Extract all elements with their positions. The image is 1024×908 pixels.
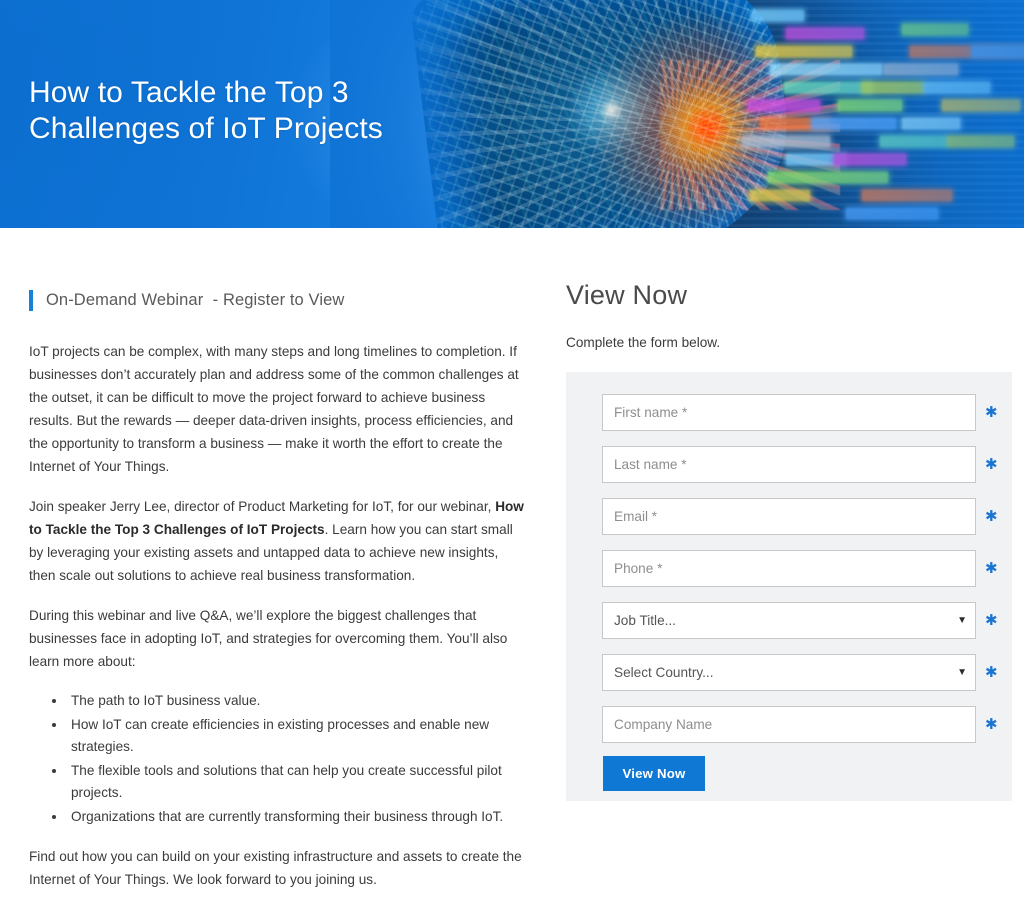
list-item: The path to IoT business value. (67, 690, 526, 713)
required-asterisk-icon: ✱ (985, 404, 998, 421)
list-item: Organizations that are currently transfo… (67, 806, 526, 829)
required-asterisk-icon: ✱ (985, 612, 998, 629)
form-field-row-job-title: Job Title... ▼ ✱ (602, 602, 1012, 639)
company-name-input[interactable] (602, 706, 976, 743)
form-field-row-phone: ✱ (602, 550, 1012, 587)
registration-form-panel: ✱ ✱ ✱ ✱ Job Title...▼ ✱ Select Country...▼ ✱ ✱ V… (566, 372, 1012, 801)
webinar-description-column: On-Demand Webinar - Register to View IoT… (29, 290, 526, 908)
learning-points-list: The path to IoT business value.How IoT c… (29, 690, 526, 828)
form-title: View Now (566, 280, 688, 310)
paragraph-2-text-before: Join speaker Jerry Lee, director of Prod… (29, 499, 496, 514)
eyebrow: On-Demand Webinar - Register to View (29, 290, 526, 311)
country-select[interactable]: Select Country... (602, 654, 976, 691)
description-paragraph-2: Join speaker Jerry Lee, director of Prod… (29, 495, 526, 587)
eyebrow-label: On-Demand Webinar - Register to View (46, 291, 345, 309)
first-name-input[interactable] (602, 394, 976, 431)
email-input[interactable] (602, 498, 976, 535)
required-asterisk-icon: ✱ (985, 456, 998, 473)
hero-banner: How to Tackle the Top 3 Challenges of Io… (0, 0, 1024, 228)
main-content: On-Demand Webinar - Register to View IoT… (0, 228, 1024, 887)
required-asterisk-icon: ✱ (985, 716, 998, 733)
form-field-row-company-name: ✱ (602, 706, 1012, 743)
phone-input[interactable] (602, 550, 976, 587)
form-field-row-first-name: ✱ (602, 394, 1012, 431)
required-asterisk-icon: ✱ (985, 508, 998, 525)
form-field-row-country: Select Country... ▼ ✱ (602, 654, 1012, 691)
required-asterisk-icon: ✱ (985, 560, 998, 577)
accent-bar-icon (29, 290, 33, 311)
list-item: The flexible tools and solutions that ca… (67, 760, 526, 805)
description-paragraph-1: IoT projects can be complex, with many s… (29, 344, 519, 474)
form-subtitle: Complete the form below. (566, 335, 721, 350)
required-asterisk-icon: ✱ (985, 664, 998, 681)
last-name-input[interactable] (602, 446, 976, 483)
registration-column: View Now Complete the form below. ✱✱✱✱Jo… (566, 228, 1024, 801)
job-title-select[interactable]: Job Title... (602, 602, 976, 639)
select-wrapper-country: Select Country... ▼ (602, 654, 976, 691)
description-paragraph-4: Find out how you can build on your exist… (29, 849, 522, 887)
form-field-row-last-name: ✱ (602, 446, 1012, 483)
list-item: How IoT can create efficiencies in exist… (67, 714, 526, 759)
description-paragraph-3: During this webinar and live Q&A, we’ll … (29, 608, 508, 669)
view-now-submit-button[interactable]: View Now (603, 756, 705, 791)
page-title: How to Tackle the Top 3 Challenges of Io… (29, 76, 383, 146)
select-wrapper-job-title: Job Title... ▼ (602, 602, 976, 639)
form-field-row-email: ✱ (602, 498, 1012, 535)
